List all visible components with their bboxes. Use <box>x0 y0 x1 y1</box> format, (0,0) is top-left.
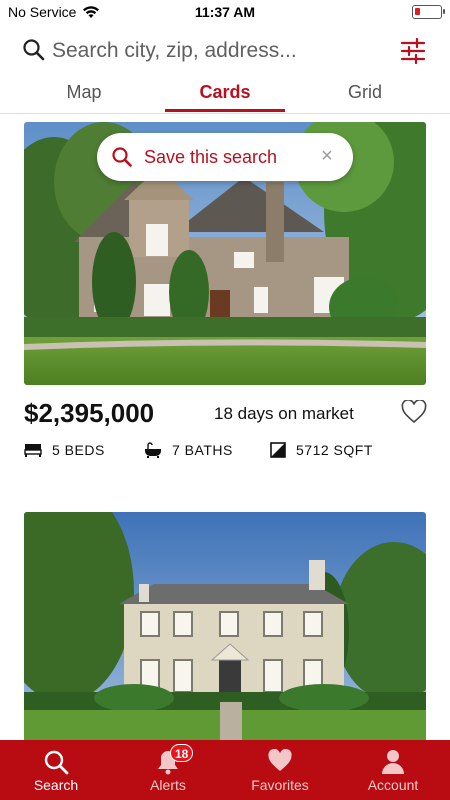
battery-icon <box>412 5 445 19</box>
status-bar: No Service 11:37 AM <box>0 0 450 24</box>
active-tab-indicator <box>165 109 285 112</box>
nav-alerts-label: Alerts <box>150 777 186 793</box>
listing-photo[interactable] <box>24 512 426 740</box>
nav-account-label: Account <box>367 777 419 793</box>
bathtub-icon <box>145 442 161 458</box>
tab-map[interactable]: Map <box>24 82 144 112</box>
area-icon <box>270 442 286 458</box>
listing-price: $2,395,000 <box>24 398 155 428</box>
search-bar <box>0 30 450 72</box>
user-icon <box>382 750 404 774</box>
nav-account[interactable]: Account <box>336 740 450 800</box>
listing-facts: 5 BEDS 7 BATHS 5712 SQFT <box>24 440 424 462</box>
close-icon[interactable]: × <box>317 145 337 168</box>
nav-search-label: Search <box>33 777 79 793</box>
search-icon <box>23 39 45 61</box>
bed-icon <box>24 444 42 457</box>
sqft-fact: 5712 SQFT <box>270 442 373 458</box>
search-input[interactable] <box>52 36 382 66</box>
save-search-banner[interactable]: Save this search × <box>97 133 353 181</box>
sqft-label: 5712 SQFT <box>296 442 373 458</box>
beds-fact: 5 BEDS <box>24 442 105 458</box>
bottom-nav: Search 18 Alerts Favorites Account <box>0 740 450 800</box>
clock: 11:37 AM <box>194 4 256 20</box>
save-search-label[interactable]: Save this search <box>144 147 277 168</box>
baths-fact: 7 BATHS <box>144 442 233 458</box>
nav-favorites[interactable]: Favorites <box>224 740 336 800</box>
search-icon <box>44 750 69 775</box>
baths-label: 7 BATHS <box>172 442 233 458</box>
beds-label: 5 BEDS <box>52 442 105 458</box>
nav-favorites-label: Favorites <box>251 777 309 793</box>
days-on-market: 18 days on market <box>214 404 354 423</box>
heart-icon <box>268 749 292 771</box>
tab-cards[interactable]: Cards <box>165 82 285 112</box>
search-icon <box>112 147 132 167</box>
view-tabs: Map Cards Grid <box>0 78 450 114</box>
nav-search[interactable]: Search <box>0 740 112 800</box>
tab-grid[interactable]: Grid <box>305 82 425 112</box>
nav-alerts[interactable]: 18 Alerts <box>112 740 224 800</box>
favorite-heart-icon[interactable] <box>401 400 427 424</box>
alerts-badge: 18 <box>170 744 194 762</box>
filter-icon[interactable] <box>398 36 428 66</box>
